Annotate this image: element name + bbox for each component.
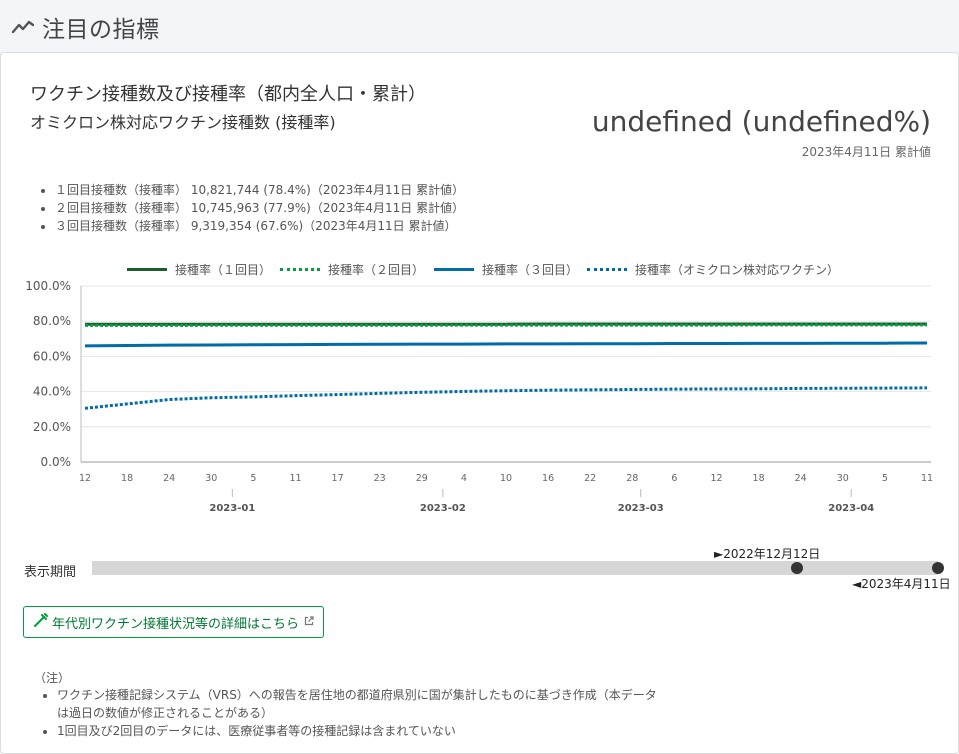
headline-caption: 2023年4月11日 累計値 [802, 143, 931, 160]
legend-label: 接種率（１回目） [175, 261, 271, 278]
y-tick-label: 100.0% [25, 281, 71, 293]
x-tick-label: 29 [416, 473, 428, 484]
legend-swatch [280, 268, 320, 271]
month-label: 2023-01 [209, 503, 255, 514]
age-detail-link-label: 年代別ワクチン接種状況等の詳細はこちら [52, 613, 299, 632]
slider-handle-start[interactable] [791, 562, 803, 574]
note-item: 1回目及び2回目のデータには、医療従事者等の接種記録は含まれていない [57, 722, 657, 740]
x-tick-label: 17 [332, 473, 344, 484]
trend-icon [12, 18, 34, 34]
legend-item-dose2[interactable]: 接種率（２回目） [280, 261, 424, 277]
x-tick-label: 28 [626, 473, 638, 484]
month-label: 2023-03 [618, 503, 664, 514]
stat-item-dose2: ２回目接種数（接種率） 10,745,963 (77.9%)（2023年4月11… [55, 199, 464, 217]
stat-item-dose1: １回目接種数（接種率） 10,821,744 (78.4%)（2023年4月11… [55, 181, 464, 199]
x-tick-label: 30 [205, 473, 217, 484]
x-tick-label: 30 [837, 473, 849, 484]
y-tick-label: 40.0% [33, 385, 71, 399]
x-tick-label: 18 [121, 473, 133, 484]
legend-label: 接種率（２回目） [328, 261, 424, 278]
note-item: ワクチン接種記録システム（VRS）への報告を居住地の都道府県別に国が集計したもの… [57, 686, 657, 722]
legend-swatch [434, 268, 474, 271]
x-tick-label: 16 [542, 473, 554, 484]
legend-item-dose3[interactable]: 接種率（３回目） [434, 261, 578, 277]
syringe-icon [33, 613, 48, 632]
x-tick-label: 18 [753, 473, 765, 484]
x-tick-label: 4 [461, 473, 467, 484]
period-label: 表示期間 [24, 561, 76, 580]
vaccination-rate-chart: 0.0% 20.0% 40.0% 60.0% 80.0% 100.0% 12 18 24 30 5 1… [1, 281, 958, 521]
range-end-label: ◄2023年4月11日 [852, 575, 951, 592]
legend-label: 接種率（オミクロン株対応ワクチン） [635, 261, 839, 278]
x-tick-label: 5 [882, 473, 888, 484]
legend-swatch [587, 268, 627, 271]
legend-item-omicron[interactable]: 接種率（オミクロン株対応ワクチン） [587, 261, 839, 277]
age-detail-link[interactable]: 年代別ワクチン接種状況等の詳細はこちら [23, 606, 324, 638]
x-tick-label: 6 [671, 473, 677, 484]
section-header: 注目の指標 [0, 0, 959, 52]
external-link-icon [304, 615, 314, 630]
x-tick-label: 24 [163, 473, 175, 484]
month-label: 2023-04 [828, 503, 874, 514]
stat-item-dose3: ３回目接種数（接種率） 9,319,354 (67.6%)（2023年4月11日… [55, 217, 464, 235]
slider-handle-end[interactable] [932, 562, 944, 574]
series-line-2 [85, 325, 927, 326]
x-tick-label: 5 [250, 473, 256, 484]
y-tick-label: 80.0% [33, 314, 71, 328]
legend-label: 接種率（３回目） [482, 261, 578, 278]
month-label: 2023-02 [420, 503, 466, 514]
x-tick-label: 24 [795, 473, 807, 484]
y-tick-label: 60.0% [33, 349, 71, 363]
notes-title: （注） [34, 669, 70, 686]
legend-item-dose1[interactable]: 接種率（１回目） [127, 261, 271, 277]
x-tick-label: 22 [584, 473, 596, 484]
y-tick-label: 20.0% [33, 420, 71, 434]
card-subtitle: オミクロン株対応ワクチン接種数 (接種率) [30, 109, 336, 133]
y-tick-label: 0.0% [41, 455, 72, 469]
range-start-label: ►2022年12月12日 [714, 545, 820, 562]
x-tick-label: 12 [79, 473, 91, 484]
legend-swatch [127, 268, 167, 271]
series-line-3 [85, 343, 927, 346]
stats-list: １回目接種数（接種率） 10,821,744 (78.4%)（2023年4月11… [35, 181, 464, 235]
series-line-4 [85, 388, 927, 408]
card-title: ワクチン接種数及び接種率（都内全人口・累計） [30, 80, 426, 106]
vaccination-card: ワクチン接種数及び接種率（都内全人口・累計） オミクロン株対応ワクチン接種数 (… [0, 52, 959, 754]
x-tick-label: 10 [500, 473, 512, 484]
x-tick-label: 11 [289, 473, 301, 484]
period-slider-track[interactable] [92, 561, 938, 575]
x-tick-label: 23 [374, 473, 386, 484]
headline-value: undefined (undefined%) [592, 105, 931, 138]
section-title: 注目の指標 [42, 10, 160, 44]
x-tick-label: 12 [710, 473, 722, 484]
x-tick-label: 11 [921, 473, 933, 484]
notes-list: ワクチン接種記録システム（VRS）への報告を居住地の都道府県別に国が集計したもの… [37, 686, 657, 740]
